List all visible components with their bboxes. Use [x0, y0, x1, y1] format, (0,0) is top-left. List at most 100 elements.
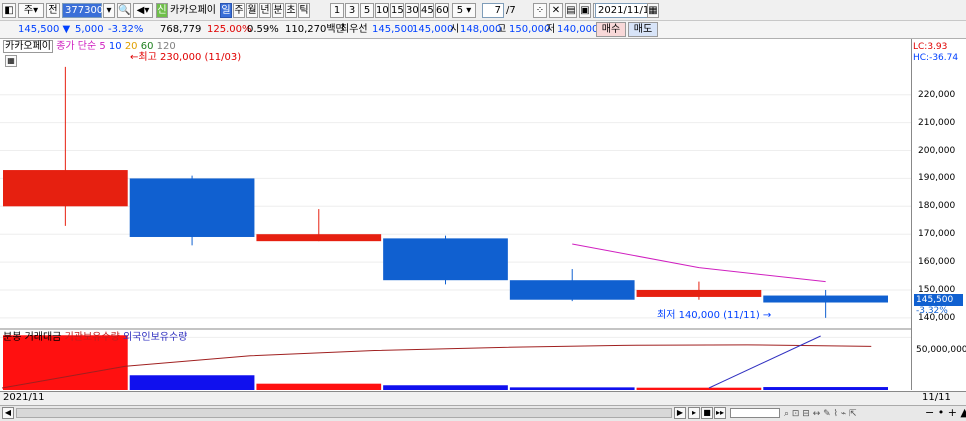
interval-value: 5 — [456, 5, 464, 16]
lower-legend: 분봉 거래대금 기관보유수량 외국인보유수량 — [3, 332, 187, 344]
zoom-controls[interactable]: − • + ▲ — [925, 407, 966, 419]
open-label: 시 — [450, 24, 460, 35]
tool-icons[interactable]: ⌕ ⊡ ⊟ ↔ ✎ ⌇ ⌁ ⇱ — [784, 408, 857, 420]
buy-button[interactable]: 매수 — [596, 22, 626, 37]
interval-button-3[interactable]: 3 — [345, 3, 359, 18]
interval-button-1[interactable]: 1 — [330, 3, 344, 18]
ma5-line-group — [572, 243, 826, 283]
turnover-bar-2 — [256, 383, 382, 390]
stop-icon[interactable]: ■ — [701, 407, 713, 419]
period-tab-4[interactable]: 분 — [272, 3, 284, 18]
interval-select[interactable]: 5 ▾ — [452, 3, 476, 18]
high-annotation: ←최고 230,000 (11/03) — [130, 52, 242, 63]
zoom-slider[interactable] — [730, 408, 780, 418]
turnover-bar-5 — [636, 387, 762, 390]
cross-icon[interactable]: ✕ — [549, 3, 563, 18]
interval-button-15[interactable]: 15 — [390, 3, 404, 18]
y-tick-label: 200,000 — [918, 145, 956, 156]
interval-button-10[interactable]: 10 — [375, 3, 389, 18]
chart-scrollbar[interactable]: ◀ ▶ ▸ ■ ▸▸ ⌕ ⊡ ⊟ ↔ ✎ ⌇ ⌁ ⇱ − • + ▲ — [0, 405, 966, 421]
turnover-legend: 분봉 거래대금 — [3, 332, 62, 343]
inst-legend: 기관보유수량 — [64, 332, 120, 343]
prev-button[interactable]: 전 — [46, 3, 60, 18]
stock-name: 카카오페이 — [170, 5, 216, 16]
period-tab-5[interactable]: 초 — [285, 3, 297, 18]
window-menu-icon[interactable]: ◧ — [2, 3, 16, 18]
open-value: 148,000 — [460, 24, 502, 35]
candle-body-0 — [3, 170, 128, 207]
period-tab-0[interactable]: 일 — [220, 3, 232, 18]
lower-ytick: 50,000,000 — [916, 345, 966, 355]
interval-button-60[interactable]: 60 — [435, 3, 449, 18]
turnover-rate: 0.59% — [247, 24, 279, 35]
candle-body-2 — [256, 234, 382, 242]
down-arrow-icon: ▼ — [62, 24, 71, 35]
fast-forward-icon[interactable]: ▸▸ — [714, 407, 726, 419]
candle-body-1 — [129, 178, 255, 237]
bid-value: 145,000 — [412, 24, 454, 35]
period-tab-6[interactable]: 틱 — [298, 3, 310, 18]
mode-label: 주 — [23, 5, 34, 16]
low-label: 저 — [546, 24, 556, 35]
grid-toggle-icon[interactable]: ▦ — [5, 55, 17, 67]
ask-value: 145,500 — [372, 24, 414, 35]
code-dropdown-icon[interactable]: ▾ — [103, 3, 115, 18]
turnover-bar-3 — [383, 385, 508, 390]
y-tick-label: 190,000 — [918, 173, 956, 184]
search-icon[interactable]: 🔍 — [117, 3, 131, 18]
legend-stock-name: 카카오페이 — [3, 40, 53, 53]
scroll-left-icon[interactable]: ◀ — [2, 407, 14, 419]
play-icon[interactable]: ▸ — [688, 407, 700, 419]
date-bar: 2021/11 11/11 — [0, 391, 966, 405]
ma-period-60: 60 — [140, 41, 157, 52]
mode-select[interactable]: 주▾ — [18, 3, 44, 18]
low-annotation-text: 최저 140,000 (11/11) — [657, 310, 760, 321]
trade-amount: 110,270백만 — [285, 24, 345, 35]
scroll-right-icon[interactable]: ▶ — [674, 407, 686, 419]
y-tick-label: 210,000 — [918, 117, 956, 128]
candle-body-3 — [383, 238, 508, 281]
low-value: 140,000 — [557, 24, 599, 35]
change-rate: -3.32% — [108, 24, 144, 35]
interval-button-45[interactable]: 45 — [420, 3, 434, 18]
scroll-track[interactable] — [16, 408, 672, 418]
ma5-line — [572, 243, 826, 283]
sound-icon[interactable]: ◀▾ — [133, 3, 153, 18]
foreign-holding-line — [708, 335, 821, 389]
ma-period-20: 20 — [124, 41, 141, 52]
main-toolbar: ◧ 주▾ 전 377300 ▾ 🔍 ◀▾ 신 카카오페이 일주월년분초틱 135… — [0, 0, 966, 21]
current-rate-marker: -3.32% — [916, 306, 948, 316]
hc-label: HC:-36.74 — [913, 53, 959, 63]
print-icon[interactable]: ▤ — [565, 3, 577, 18]
candle-body-4 — [509, 280, 635, 300]
y-axis-column: 220,000 210,000 200,000 190,000 180,000 170,0… — [911, 39, 966, 390]
period-tab-2[interactable]: 월 — [246, 3, 258, 18]
y-tick-label: 170,000 — [918, 229, 956, 240]
ma-period-5: 5 — [99, 41, 109, 52]
interval-button-30[interactable]: 30 — [405, 3, 419, 18]
ask-label: 최우선 — [340, 24, 368, 35]
interval-button-5[interactable]: 5 — [360, 3, 374, 18]
start-date: 2021/11 — [3, 392, 45, 403]
change-value: 5,000 — [75, 24, 104, 35]
candles — [3, 66, 888, 318]
sell-button[interactable]: 매도 — [628, 22, 658, 37]
turnover-bar-1 — [129, 375, 255, 390]
high-value: 150,000 — [509, 24, 551, 35]
ma-period-10: 10 — [108, 41, 125, 52]
page-input[interactable]: 7 — [482, 3, 504, 18]
y-tick-label: 180,000 — [918, 201, 956, 212]
price-value: 145,500 — [18, 24, 60, 35]
new-listing-badge: 신 — [156, 3, 168, 18]
period-tab-3[interactable]: 년 — [259, 3, 271, 18]
candle-body-5 — [636, 289, 762, 297]
stock-code-input[interactable]: 377300 — [62, 3, 103, 18]
grid-icon[interactable]: ⁘ — [533, 3, 547, 18]
page-total: /7 — [506, 5, 516, 16]
turnover-bar-6 — [763, 387, 888, 390]
calendar-icon[interactable]: ▦ — [647, 3, 659, 18]
period-tab-1[interactable]: 주 — [233, 3, 245, 18]
save-icon[interactable]: ▣ — [579, 3, 591, 18]
ma-period-120: 120 — [156, 41, 176, 52]
current-price: 145,500 ▼ — [18, 24, 70, 36]
